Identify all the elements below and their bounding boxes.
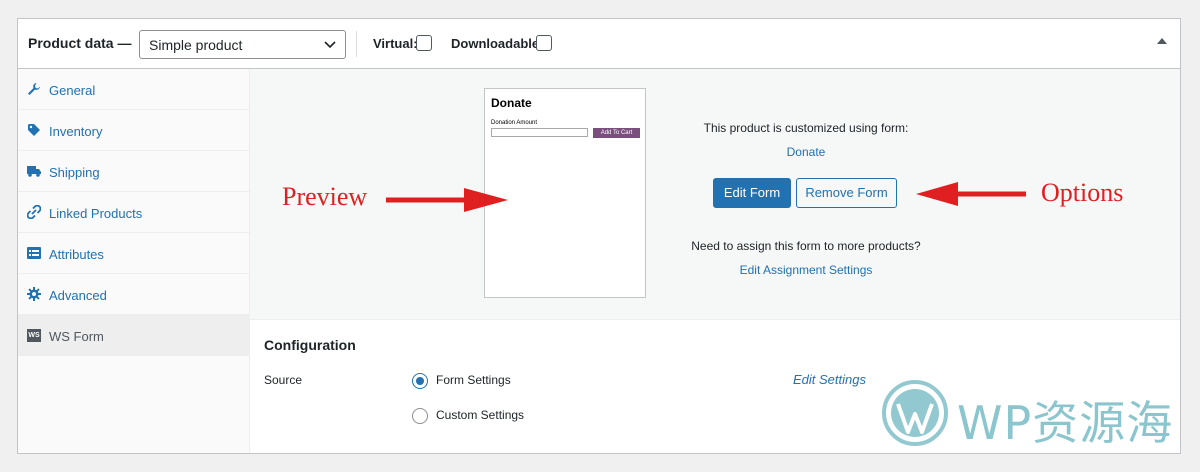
tab-label: Inventory xyxy=(49,124,103,139)
gear-icon xyxy=(27,287,41,301)
wordpress-logo-icon xyxy=(882,380,948,446)
edit-form-button[interactable]: Edit Form xyxy=(713,178,791,208)
custom-settings-label[interactable]: Custom Settings xyxy=(436,408,524,422)
preview-annotation: Preview xyxy=(282,182,368,211)
virtual-label: Virtual: xyxy=(373,36,418,51)
product-type-select[interactable]: Simple product xyxy=(139,30,346,59)
source-label: Source xyxy=(264,373,303,387)
watermark-text: WP资源海 xyxy=(957,396,1174,450)
tab-ws-form[interactable]: WS WS Form xyxy=(18,315,249,356)
tab-label: WS Form xyxy=(49,329,104,344)
tab-inventory[interactable]: Inventory xyxy=(18,110,249,151)
tab-attributes[interactable]: Attributes xyxy=(18,233,249,274)
product-data-header: Product data — Simple product Virtual: D… xyxy=(18,19,1180,69)
downloadable-checkbox[interactable] xyxy=(536,35,552,51)
tag-icon xyxy=(28,124,40,136)
edit-assignment-settings-link[interactable]: Edit Assignment Settings xyxy=(656,263,956,277)
form-preview-card[interactable]: Donate Donation Amount Add To Cart xyxy=(484,88,646,298)
wrench-icon xyxy=(28,83,40,95)
collapse-arrow-icon[interactable] xyxy=(1157,38,1167,44)
custom-settings-radio[interactable] xyxy=(412,408,428,424)
tab-label: General xyxy=(49,83,96,98)
form-name-link[interactable]: Donate xyxy=(656,145,956,159)
options-arrow-icon xyxy=(916,182,1026,206)
options-annotation: Options xyxy=(1041,178,1124,207)
form-settings-radio[interactable] xyxy=(412,373,428,389)
preview-input xyxy=(491,128,588,137)
link-icon xyxy=(27,205,41,219)
ws-form-icon: WS xyxy=(27,329,41,342)
preview-field-label: Donation Amount xyxy=(491,120,538,126)
product-data-title: Product data — xyxy=(28,35,132,51)
tab-label: Advanced xyxy=(49,288,107,303)
tab-label: Shipping xyxy=(49,165,100,180)
product-data-tabs: General Inventory Shipping Linked Produc… xyxy=(18,69,250,453)
tab-shipping[interactable]: Shipping xyxy=(18,151,249,192)
tab-advanced[interactable]: Advanced xyxy=(18,274,249,315)
chevron-down-icon xyxy=(324,41,336,49)
tab-linked-products[interactable]: Linked Products xyxy=(18,192,249,233)
configuration-title: Configuration xyxy=(264,337,356,353)
product-type-value: Simple product xyxy=(149,37,243,53)
tab-label: Linked Products xyxy=(49,206,143,221)
remove-form-button[interactable]: Remove Form xyxy=(796,178,897,208)
preview-arrow-icon xyxy=(386,188,508,212)
tab-label: Attributes xyxy=(49,247,104,262)
preview-title: Donate xyxy=(491,96,532,110)
list-icon xyxy=(27,247,41,259)
form-info-text: This product is customized using form: xyxy=(703,121,909,135)
form-settings-label[interactable]: Form Settings xyxy=(436,373,511,387)
preview-add-to-cart-button: Add To Cart xyxy=(593,128,640,138)
downloadable-label: Downloadable: xyxy=(451,36,544,51)
assign-info-text: Need to assign this form to more product… xyxy=(691,239,921,253)
header-divider xyxy=(356,31,357,57)
edit-settings-link[interactable]: Edit Settings xyxy=(793,372,866,387)
virtual-checkbox[interactable] xyxy=(416,35,432,51)
truck-icon xyxy=(27,166,41,177)
tab-general[interactable]: General xyxy=(18,69,249,110)
